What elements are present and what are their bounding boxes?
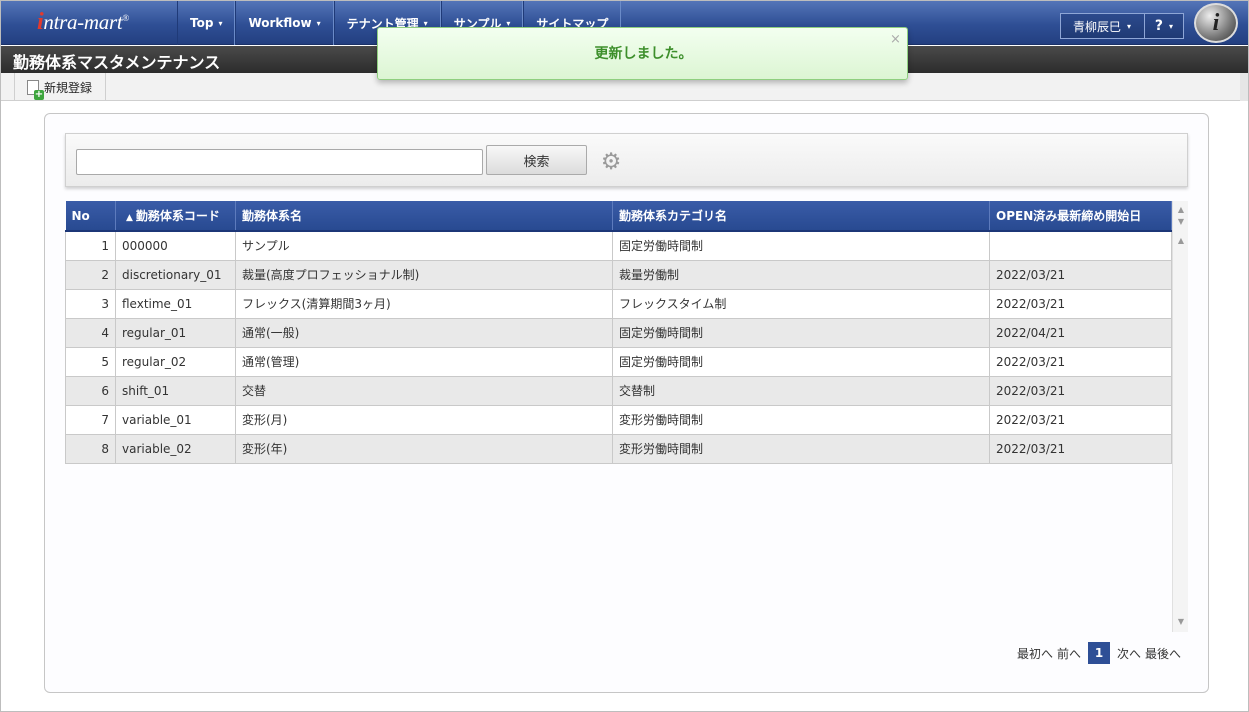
cell-open-date: 2022/03/21 xyxy=(989,405,1172,435)
scroll-down-icon[interactable]: ▼ xyxy=(1173,617,1189,626)
cell-no: 4 xyxy=(65,318,116,348)
column-header-category[interactable]: 勤務体系カテゴリ名 xyxy=(612,201,990,232)
table-header-row: No ▲ 勤務体系コード 勤務体系名 勤務体系カテゴリ名 OPEN済み最新締め開始… xyxy=(65,201,1172,232)
nav-item-top[interactable]: Top ▾ xyxy=(177,1,236,45)
user-name: 青柳辰巳 xyxy=(1073,19,1122,34)
table-row[interactable]: 5 regular_02 通常(管理) 固定労働時間制 2022/03/21 xyxy=(65,347,1172,377)
logo-text: ntra-mart xyxy=(43,10,123,34)
table-row[interactable]: 3 flextime_01 フレックス(清算期間3ヶ月) フレックスタイム制 2… xyxy=(65,289,1172,319)
cell-name: サンプル xyxy=(235,231,613,261)
cell-code: discretionary_01 xyxy=(115,260,236,290)
search-bar: 検索 ⚙ xyxy=(65,133,1188,187)
cell-category: 変形労働時間制 xyxy=(612,434,990,464)
cell-name: 通常(管理) xyxy=(235,347,613,377)
cell-name: 変形(月) xyxy=(235,405,613,435)
pager-first-link[interactable]: 最初へ xyxy=(1017,645,1053,662)
nav-item-label: Top xyxy=(190,16,214,30)
chevron-down-icon: ▾ xyxy=(1169,21,1174,31)
cell-code: 000000 xyxy=(115,231,236,261)
page-title: 勤務体系マスタメンテナンス xyxy=(13,53,221,72)
cell-code: regular_02 xyxy=(115,347,236,377)
nav-item-label: Workflow xyxy=(248,16,312,30)
pager-next-link[interactable]: 次へ xyxy=(1117,645,1141,662)
cell-open-date xyxy=(989,231,1172,261)
help-button[interactable]: ? ▾ xyxy=(1145,14,1183,38)
gear-icon[interactable]: ⚙ xyxy=(599,150,623,174)
cell-no: 8 xyxy=(65,434,116,464)
cell-open-date: 2022/03/21 xyxy=(989,347,1172,377)
main-panel: 検索 ⚙ No ▲ 勤務体系コード 勤務体系名 勤務体系カテゴリ名 OPEN済み最… xyxy=(44,113,1209,693)
cell-name: 通常(一般) xyxy=(235,318,613,348)
pager: 最初へ 前へ 1 次へ 最後へ xyxy=(1015,641,1183,665)
toast-message: 更新しました。 xyxy=(594,46,693,62)
search-input[interactable] xyxy=(76,149,483,175)
search-button[interactable]: 検索 xyxy=(486,145,587,175)
cell-open-date: 2022/03/21 xyxy=(989,260,1172,290)
new-document-icon xyxy=(27,79,44,100)
cell-open-date: 2022/03/21 xyxy=(989,434,1172,464)
cell-name: フレックス(清算期間3ヶ月) xyxy=(235,289,613,319)
cell-open-date: 2022/03/21 xyxy=(989,289,1172,319)
table-row[interactable]: 7 variable_01 変形(月) 変形労働時間制 2022/03/21 xyxy=(65,405,1172,435)
work-system-table: No ▲ 勤務体系コード 勤務体系名 勤務体系カテゴリ名 OPEN済み最新締め開始… xyxy=(65,201,1172,464)
cell-no: 5 xyxy=(65,347,116,377)
cell-open-date: 2022/04/21 xyxy=(989,318,1172,348)
new-register-label: 新規登録 xyxy=(44,80,93,95)
pager-last-link[interactable]: 最後へ xyxy=(1145,645,1181,662)
cell-category: 変形労働時間制 xyxy=(612,405,990,435)
cell-category: 裁量労働制 xyxy=(612,260,990,290)
cell-category: フレックスタイム制 xyxy=(612,289,990,319)
cell-category: 固定労働時間制 xyxy=(612,231,990,261)
user-menu-button[interactable]: 青柳辰巳 ▾ xyxy=(1061,14,1145,38)
cell-no: 3 xyxy=(65,289,116,319)
table-row[interactable]: 8 variable_02 変形(年) 変形労働時間制 2022/03/21 xyxy=(65,434,1172,464)
column-header-no[interactable]: No xyxy=(65,201,116,232)
nav-item-workflow[interactable]: Workflow ▾ xyxy=(235,1,334,45)
sort-ascending-icon: ▲ xyxy=(126,213,133,223)
cell-category: 固定労働時間制 xyxy=(612,318,990,348)
cell-no: 2 xyxy=(65,260,116,290)
cell-category: 交替制 xyxy=(612,376,990,406)
cell-code: flextime_01 xyxy=(115,289,236,319)
chevron-down-icon: ▾ xyxy=(1127,21,1132,31)
table-row[interactable]: 1 000000 サンプル 固定労働時間制 xyxy=(65,231,1172,261)
logo-registered-mark: ® xyxy=(122,13,129,23)
chevron-down-icon: ▾ xyxy=(218,18,223,28)
pager-current-page[interactable]: 1 xyxy=(1088,642,1111,664)
cell-name: 交替 xyxy=(235,376,613,406)
cell-category: 固定労働時間制 xyxy=(612,347,990,377)
page-scrollbar[interactable] xyxy=(1240,73,1248,101)
cell-code: variable_01 xyxy=(115,405,236,435)
scroll-up-icon[interactable]: ▲ xyxy=(1173,205,1189,214)
scroll-down-icon[interactable]: ▼ xyxy=(1173,217,1189,226)
success-toast: 更新しました。 × xyxy=(377,27,908,80)
cell-code: variable_02 xyxy=(115,434,236,464)
pager-prev-link[interactable]: 前へ xyxy=(1057,645,1081,662)
table-scrollbar[interactable]: ▲ ▼ ▲ ▼ xyxy=(1172,201,1188,632)
cell-code: regular_01 xyxy=(115,318,236,348)
table-row[interactable]: 6 shift_01 交替 交替制 2022/03/21 xyxy=(65,376,1172,406)
help-icon: ? xyxy=(1154,18,1164,34)
table-row[interactable]: 4 regular_01 通常(一般) 固定労働時間制 2022/04/21 xyxy=(65,318,1172,348)
brand-badge-icon[interactable]: i xyxy=(1194,3,1238,43)
column-header-code[interactable]: ▲ 勤務体系コード xyxy=(115,201,236,232)
new-register-button[interactable]: 新規登録 xyxy=(14,73,106,101)
cell-code: shift_01 xyxy=(115,376,236,406)
cell-open-date: 2022/03/21 xyxy=(989,376,1172,406)
cell-name: 変形(年) xyxy=(235,434,613,464)
table-row[interactable]: 2 discretionary_01 裁量(高度プロフェッショナル制) 裁量労働… xyxy=(65,260,1172,290)
column-header-label: 勤務体系コード xyxy=(135,209,220,223)
column-header-name[interactable]: 勤務体系名 xyxy=(235,201,613,232)
scroll-up-icon[interactable]: ▲ xyxy=(1173,236,1189,245)
close-icon[interactable]: × xyxy=(890,32,901,47)
cell-no: 1 xyxy=(65,231,116,261)
cell-no: 7 xyxy=(65,405,116,435)
user-menu: 青柳辰巳 ▾ ? ▾ xyxy=(1060,13,1184,39)
column-header-open-date[interactable]: OPEN済み最新締め開始日 xyxy=(989,201,1172,232)
cell-name: 裁量(高度プロフェッショナル制) xyxy=(235,260,613,290)
intra-mart-logo[interactable]: intra-mart® xyxy=(37,9,149,39)
cell-no: 6 xyxy=(65,376,116,406)
chevron-down-icon: ▾ xyxy=(316,18,321,28)
